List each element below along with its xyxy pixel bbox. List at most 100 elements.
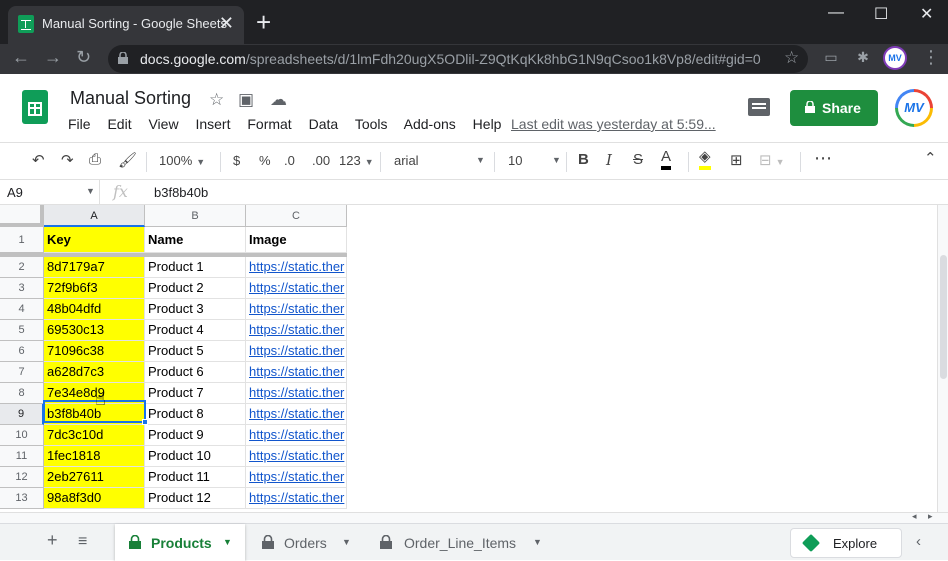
borders-icon[interactable]: ⊞ — [730, 151, 743, 169]
explore-button[interactable]: Explore — [790, 528, 902, 558]
url-field[interactable]: docs.google.com/spreadsheets/d/1lmFdh20u… — [108, 45, 808, 73]
name-cell[interactable]: Product 4 — [145, 320, 246, 341]
row-header[interactable]: 12 — [0, 467, 44, 488]
reload-icon[interactable]: ↻ — [76, 47, 91, 68]
row-header[interactable]: 7 — [0, 362, 44, 383]
redo-icon[interactable]: ↷ — [61, 151, 74, 169]
account-avatar[interactable]: MV — [895, 89, 933, 127]
image-link-cell[interactable]: https://static.ther — [246, 425, 347, 446]
image-link-cell[interactable]: https://static.ther — [246, 467, 347, 488]
browser-menu-icon[interactable]: ⋮ — [922, 47, 940, 68]
formula-input[interactable]: b3f8b40b — [154, 185, 208, 200]
bold-icon[interactable]: B — [578, 151, 589, 168]
row-header[interactable]: 2 — [0, 257, 44, 278]
sheet-tab-order-line-items[interactable]: Order_Line_Items ▼ — [368, 524, 558, 561]
vertical-scrollbar[interactable] — [937, 205, 948, 512]
sheet-tab-products[interactable]: Products ▼ — [115, 524, 245, 561]
menu-data[interactable]: Data — [309, 116, 339, 132]
key-cell[interactable]: 1fec1818 — [44, 446, 145, 467]
last-edit-link[interactable]: Last edit was yesterday at 5:59... — [511, 116, 716, 132]
name-cell[interactable]: Product 11 — [145, 467, 246, 488]
row-header[interactable]: 3 — [0, 278, 44, 299]
row-header[interactable]: 8 — [0, 383, 44, 404]
all-sheets-icon[interactable]: ≡ — [78, 533, 87, 551]
name-cell[interactable]: Product 5 — [145, 341, 246, 362]
name-cell[interactable]: Product 10 — [145, 446, 246, 467]
print-icon[interactable]: ⎙ — [89, 151, 101, 168]
image-link-cell[interactable]: https://static.ther — [246, 341, 347, 362]
currency-format-button[interactable]: $ — [233, 153, 240, 168]
key-cell[interactable]: 7dc3c10d — [44, 425, 145, 446]
image-link-cell[interactable]: https://static.ther — [246, 488, 347, 509]
image-link-cell[interactable]: https://static.ther — [246, 257, 347, 278]
more-options-icon[interactable]: ⋯ — [814, 148, 832, 169]
name-cell[interactable]: Product 3 — [145, 299, 246, 320]
column-header-c[interactable]: C — [246, 205, 347, 227]
share-button[interactable]: Share — [790, 90, 878, 126]
image-link-cell[interactable]: https://static.ther — [246, 278, 347, 299]
font-size-select[interactable]: 10 ▼ — [508, 153, 561, 168]
fill-color-icon[interactable]: ◈ — [699, 148, 711, 170]
menu-file[interactable]: File — [68, 116, 91, 132]
chevron-down-icon[interactable]: ▼ — [533, 537, 542, 547]
extensions-puzzle-icon[interactable]: ✱ — [853, 49, 873, 69]
header-cell-image[interactable]: Image — [246, 227, 347, 253]
new-tab-button[interactable]: + — [256, 7, 271, 37]
add-sheet-icon[interactable]: + — [47, 530, 58, 551]
image-link-cell[interactable]: https://static.ther — [246, 299, 347, 320]
name-cell[interactable]: Product 2 — [145, 278, 246, 299]
name-box[interactable]: A9 ▼ — [0, 180, 100, 204]
key-cell[interactable]: 72f9b6f3 — [44, 278, 145, 299]
window-close-icon[interactable]: ✕ — [920, 4, 933, 24]
key-cell[interactable]: 71096c38 — [44, 341, 145, 362]
row-header[interactable]: 6 — [0, 341, 44, 362]
row-header[interactable]: 5 — [0, 320, 44, 341]
document-title[interactable]: Manual Sorting — [70, 88, 191, 109]
row-header[interactable]: 1 — [0, 227, 44, 253]
scrollbar-thumb[interactable] — [940, 255, 947, 379]
row-header[interactable]: 13 — [0, 488, 44, 509]
menu-view[interactable]: View — [148, 116, 178, 132]
column-header-a[interactable]: A — [44, 205, 145, 227]
collapse-side-panel-icon[interactable]: ‹ — [916, 533, 921, 550]
image-link-cell[interactable]: https://static.ther — [246, 362, 347, 383]
chevron-down-icon[interactable]: ▼ — [223, 537, 232, 547]
fill-handle[interactable] — [142, 419, 148, 425]
row-header[interactable]: 10 — [0, 425, 44, 446]
move-folder-icon[interactable]: ▣ — [238, 90, 254, 110]
zoom-select[interactable]: 100% ▼ — [159, 153, 205, 168]
name-cell[interactable]: Product 8 — [145, 404, 246, 425]
key-cell[interactable]: 48b04dfd — [44, 299, 145, 320]
key-cell[interactable]: a628d7c3 — [44, 362, 145, 383]
increase-decimal-button[interactable]: .00 — [312, 153, 330, 168]
key-cell[interactable]: 2eb27611 — [44, 467, 145, 488]
name-cell[interactable]: Product 1 — [145, 257, 246, 278]
sheet-tab-orders[interactable]: Orders ▼ — [250, 524, 365, 561]
header-cell-key[interactable]: Key — [44, 227, 145, 253]
horizontal-scrollbar[interactable]: ◂ ▸ — [0, 511, 948, 523]
image-link-cell[interactable]: https://static.ther — [246, 404, 347, 425]
menu-insert[interactable]: Insert — [195, 116, 230, 132]
more-formats-select[interactable]: 123 ▼ — [339, 153, 374, 168]
comment-history-icon[interactable] — [748, 98, 770, 116]
sheets-logo-icon[interactable] — [22, 90, 48, 124]
cloud-status-icon[interactable]: ☁ — [270, 90, 287, 110]
browser-tab[interactable]: Manual Sorting - Google Sheets ✕ — [8, 6, 244, 44]
menu-format[interactable]: Format — [247, 116, 291, 132]
text-color-icon[interactable]: A — [661, 148, 672, 170]
chevron-down-icon[interactable]: ▼ — [342, 537, 351, 547]
profile-avatar[interactable]: MV — [883, 46, 907, 70]
row-header[interactable]: 9 — [0, 404, 44, 425]
row-header[interactable]: 11 — [0, 446, 44, 467]
collapse-toolbar-icon[interactable]: ⌃ — [924, 149, 937, 167]
key-cell[interactable]: 8d7179a7 — [44, 257, 145, 278]
cast-icon[interactable]: ▭ — [821, 49, 841, 69]
scroll-left-icon[interactable]: ◂ — [912, 511, 917, 522]
bookmark-star-icon[interactable]: ☆ — [784, 48, 799, 68]
percent-format-button[interactable]: % — [259, 153, 271, 168]
undo-icon[interactable]: ↶ — [32, 151, 45, 169]
paint-format-icon[interactable]: 🖌 — [118, 151, 137, 169]
image-link-cell[interactable]: https://static.ther — [246, 383, 347, 404]
menu-tools[interactable]: Tools — [355, 116, 388, 132]
key-cell[interactable]: 98a8f3d0 — [44, 488, 145, 509]
